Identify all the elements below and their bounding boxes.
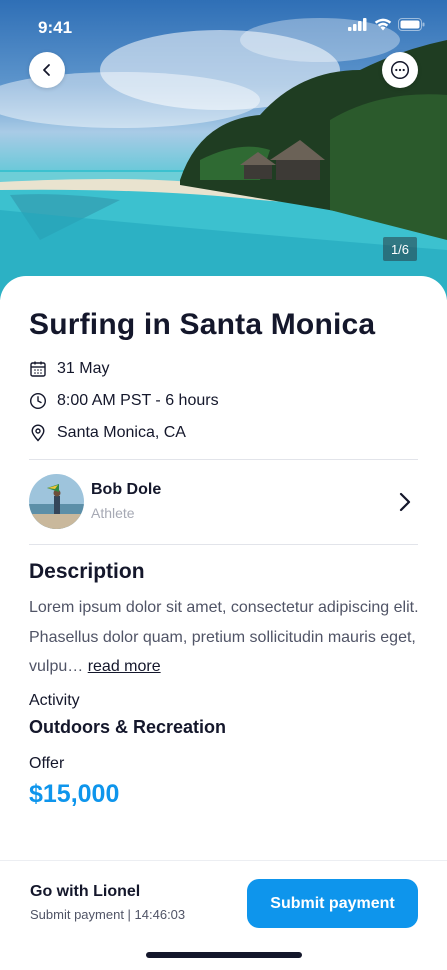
footer-subtitle: Submit payment | 14:46:03 (30, 907, 186, 922)
offer-value: $15,000 (29, 780, 120, 808)
status-time: 9:41 (38, 18, 73, 37)
read-more-link[interactable]: read more (88, 658, 161, 675)
signal-icon (348, 18, 367, 31)
activity-label: Activity (29, 692, 80, 709)
host-name: Bob Dole (91, 481, 162, 498)
back-icon (43, 64, 50, 76)
event-time: 8:00 AM PST - 6 hours (57, 392, 219, 409)
divider (29, 544, 418, 545)
submit-payment-button[interactable]: Submit payment (247, 879, 418, 928)
activity-value: Outdoors & Recreation (29, 717, 227, 737)
host-row[interactable]: Bob Dole Athlete (29, 473, 418, 531)
avatar (29, 474, 84, 529)
divider (29, 459, 418, 460)
more-icon (390, 60, 410, 80)
wifi-icon (374, 18, 392, 31)
event-date: 31 May (57, 360, 110, 377)
event-date-row: 31 May (29, 360, 109, 378)
host-role: Athlete (91, 505, 135, 521)
event-location: Santa Monica, CA (57, 424, 186, 441)
event-location-row: Santa Monica, CA (29, 424, 186, 442)
event-title: Surfing in Santa Monica (29, 308, 376, 341)
home-indicator[interactable] (146, 952, 302, 958)
description-text: Lorem ipsum dolor sit amet, consectetur … (29, 593, 424, 682)
photo-counter: 1/6 (383, 237, 417, 261)
back-button[interactable] (29, 52, 65, 88)
offer-label: Offer (29, 755, 65, 772)
status-icons (348, 18, 425, 31)
location-pin-icon (29, 424, 47, 442)
more-options-button[interactable] (382, 52, 418, 88)
battery-icon (398, 18, 425, 31)
description-heading: Description (29, 560, 145, 583)
status-bar: 9:41 (0, 0, 447, 50)
clock-icon (29, 392, 47, 410)
hero-image[interactable]: 9:41 1/6 (0, 0, 447, 300)
calendar-icon (29, 360, 47, 378)
event-time-row: 8:00 AM PST - 6 hours (29, 392, 219, 410)
chevron-right-icon[interactable] (398, 491, 412, 513)
footer-title: Go with Lionel (30, 883, 141, 900)
